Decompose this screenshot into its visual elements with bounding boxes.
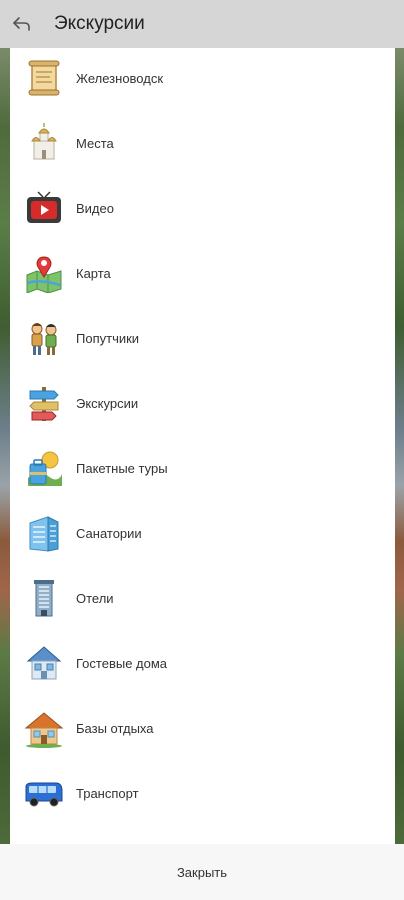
menu-item-excursions[interactable]: Экскурсии	[10, 373, 395, 433]
guest-house-icon	[24, 643, 64, 683]
menu-item-label: Экскурсии	[76, 395, 139, 411]
bus-icon	[24, 773, 64, 813]
scroll-map-icon	[24, 58, 64, 98]
menu-item-package-tours[interactable]: Пакетные туры	[10, 438, 395, 498]
bottom-bar: Закрыть	[0, 844, 404, 900]
church-icon	[24, 123, 64, 163]
menu-item-travel-companions[interactable]: Попутчики	[10, 308, 395, 368]
hotel-tower-icon	[24, 578, 64, 618]
menu-item-label: Базы отдыха	[76, 720, 154, 736]
menu-item-label: Попутчики	[76, 330, 140, 346]
menu-item-label: Пакетные туры	[76, 460, 168, 476]
menu-item-sanatoriums[interactable]: Санатории	[10, 503, 395, 563]
back-button[interactable]	[4, 0, 40, 48]
menu-item-label: Отели	[76, 590, 114, 606]
menu-item-transport[interactable]: Транспорт	[10, 763, 395, 823]
page-title: Экскурсии	[54, 13, 145, 34]
menu-item-label: Места	[76, 135, 114, 151]
menu-item-video[interactable]: Видео	[10, 178, 395, 238]
menu-item-places[interactable]: Места	[10, 113, 395, 173]
menu-item-zheleznovodsk[interactable]: Железноводск	[10, 48, 395, 108]
menu-item-label: Гостевые дома	[76, 655, 168, 671]
side-menu-panel: Железноводск Места Видео Карта Попутчики…	[10, 48, 395, 844]
top-bar: Экскурсии	[0, 0, 404, 48]
signpost-icon	[24, 383, 64, 423]
menu-item-label: Санатории	[76, 525, 142, 541]
menu-item-label: Видео	[76, 200, 114, 216]
back-arrow-icon	[12, 16, 32, 32]
sanatorium-building-icon	[24, 513, 64, 553]
menu-item-recreation-centers[interactable]: Базы отдыха	[10, 698, 395, 758]
travel-package-icon	[24, 448, 64, 488]
travelers-icon	[24, 318, 64, 358]
menu-item-label: Железноводск	[76, 70, 164, 86]
menu-item-label: Карта	[76, 265, 111, 281]
map-pin-icon	[24, 253, 64, 293]
menu-item-map[interactable]: Карта	[10, 243, 395, 303]
tv-play-icon	[24, 188, 64, 228]
menu-item-guest-houses[interactable]: Гостевые дома	[10, 633, 395, 693]
cottage-icon	[24, 708, 64, 748]
close-button[interactable]: Закрыть	[161, 857, 243, 888]
menu-item-label: Транспорт	[76, 785, 139, 801]
menu-item-hotels[interactable]: Отели	[10, 568, 395, 628]
